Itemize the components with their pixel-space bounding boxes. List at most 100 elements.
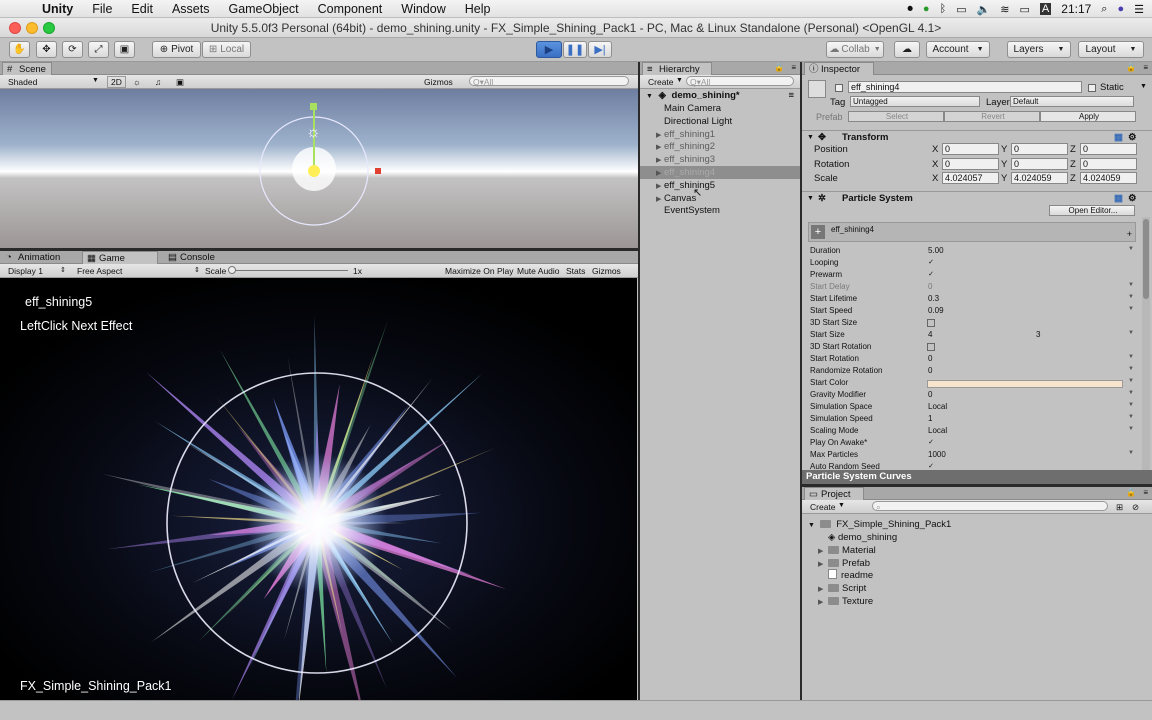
chevron-down-icon[interactable]: ▼ [1128, 330, 1134, 336]
open-editor-button[interactable]: Open Editor... [1049, 205, 1135, 216]
start-size-max[interactable]: 3 [1036, 330, 1040, 339]
chevron-down-icon[interactable]: ▼ [1128, 354, 1134, 360]
add-icon[interactable]: + [1127, 229, 1132, 239]
filter-label-icon[interactable]: ⊘ [1132, 502, 1139, 513]
particle-row-value[interactable]: 0.09 [928, 306, 944, 315]
chevron-down-icon[interactable]: ▼ [1128, 402, 1134, 408]
start-size-min[interactable]: 4 [928, 330, 932, 339]
menu-edit[interactable]: Edit [131, 2, 153, 16]
rect-tool-button[interactable]: ▣ [114, 41, 135, 58]
transform-position-y-field[interactable]: 0 [1011, 143, 1068, 155]
layout-dropdown[interactable]: Layout ▼ [1078, 41, 1144, 58]
lock-icon[interactable]: 🔒 [774, 63, 784, 72]
account-dropdown[interactable]: Account ▼ [926, 41, 990, 58]
center-handle[interactable] [308, 165, 320, 177]
shading-dropdown[interactable]: Shaded [8, 77, 37, 87]
particle-row-checkbox[interactable]: ✓ [927, 259, 935, 267]
wifi-icon[interactable]: ≋ [1000, 3, 1009, 16]
panel-menu-icon[interactable]: ≡ [1143, 63, 1148, 72]
menu-gameobject[interactable]: GameObject [228, 2, 298, 16]
menu-window[interactable]: Window [401, 2, 445, 16]
inspector-scrollbar[interactable] [1142, 217, 1150, 477]
chevron-down-icon[interactable]: ▼ [1140, 83, 1147, 90]
tab-game[interactable]: ▦ Game [82, 251, 158, 264]
menu-clock[interactable]: 21:17 [1061, 2, 1091, 16]
local-toggle[interactable]: ⊞ Local [202, 41, 251, 58]
scene-viewport[interactable]: ☼ [0, 89, 638, 248]
bluetooth-icon[interactable]: ᛒ [940, 3, 947, 15]
zoom-window-button[interactable] [43, 22, 55, 34]
static-checkbox[interactable] [1088, 84, 1096, 92]
pause-button[interactable]: ❚❚ [563, 41, 587, 58]
stats-toggle[interactable]: Stats [566, 266, 585, 276]
particle-system-header[interactable]: ▼ ✲ Particle System ▦ ⚙ [802, 191, 1152, 205]
notification-center-icon[interactable]: ☰ [1134, 3, 1144, 16]
scene-search-input[interactable]: Q▾All [469, 76, 629, 87]
particle-row-value[interactable]: 0 [928, 390, 932, 399]
hierarchy-item[interactable]: ▶ eff_shining3 [640, 153, 800, 166]
particle-row-checkbox[interactable]: ✓ [927, 439, 935, 447]
particle-row-checkbox[interactable] [927, 343, 935, 351]
help-icon[interactable]: ▦ [1114, 192, 1123, 206]
chevron-down-icon[interactable]: ▼ [1128, 378, 1134, 384]
particle-row-value[interactable]: 0 [928, 282, 932, 291]
chevron-right-icon[interactable]: ▶ [818, 596, 828, 609]
layers-dropdown[interactable]: Layers ▼ [1007, 41, 1071, 58]
hierarchy-search-input[interactable]: Q▾All [686, 76, 794, 87]
chevron-down-icon[interactable]: ▼ [1128, 282, 1134, 288]
scene-root-item[interactable]: ▼ ◈ demo_shining* ≡ [640, 89, 800, 102]
y-axis-handle-cap[interactable] [310, 103, 317, 110]
chevron-down-icon[interactable]: ▼ [1128, 426, 1134, 432]
hierarchy-create-dropdown[interactable]: Create [648, 77, 674, 87]
record-icon[interactable]: ⏺ [907, 3, 913, 16]
menu-component[interactable]: Component [318, 2, 383, 16]
object-name-field[interactable]: eff_shining4 [848, 81, 1082, 93]
airplay-icon[interactable]: ▭ [956, 3, 966, 16]
user-avatar[interactable]: ● [1117, 3, 1124, 15]
chevron-down-icon[interactable]: ▼ [1128, 306, 1134, 312]
layer-dropdown[interactable]: Default [1010, 96, 1134, 107]
tag-dropdown[interactable]: Untagged [850, 96, 980, 107]
chevron-down-icon[interactable]: ▼ [1128, 450, 1134, 456]
tab-console[interactable]: ▤ Console [164, 251, 236, 264]
chevron-down-icon[interactable]: ▼ [1128, 414, 1134, 420]
hierarchy-item[interactable]: Main Camera [640, 102, 800, 115]
gizmos-dropdown[interactable]: Gizmos [424, 77, 453, 87]
scale-tool-button[interactable]: ⤢ [88, 41, 109, 58]
chevron-down-icon[interactable]: ▼ [1128, 294, 1134, 300]
particle-row-value[interactable]: 0 [928, 354, 932, 363]
battery-icon[interactable]: ▭ [1020, 3, 1030, 16]
game-viewport[interactable]: eff_shining5 LeftClick Next Effect FX_Si… [0, 278, 637, 700]
project-create-dropdown[interactable]: Create [810, 502, 836, 512]
rotate-tool-button[interactable]: ⟳ [62, 41, 83, 58]
tab-project[interactable]: ▭ Project [804, 487, 864, 500]
game-gizmos-dropdown[interactable]: Gizmos [592, 266, 621, 276]
2d-toggle[interactable]: 2D [107, 76, 126, 88]
menu-assets[interactable]: Assets [172, 2, 210, 16]
tab-inspector[interactable]: ⓘ Inspector [804, 62, 874, 75]
hierarchy-item[interactable]: ▶ eff_shining1 [640, 128, 800, 141]
audio-toggle-icon[interactable]: ♫ [155, 77, 161, 87]
tab-animation[interactable]: ◔ Animation [2, 251, 74, 264]
minimize-window-button[interactable] [26, 22, 38, 34]
aspect-dropdown[interactable]: Free Aspect [77, 266, 122, 276]
play-button[interactable]: ▶ [536, 41, 562, 58]
active-checkbox[interactable] [835, 84, 843, 92]
project-root-folder[interactable]: ▼ FX_Simple_Shining_Pack1 [808, 518, 951, 531]
start-color-swatch[interactable] [927, 380, 1123, 388]
move-tool-button[interactable]: ✥ [36, 41, 57, 58]
display-dropdown[interactable]: Display 1 [8, 266, 43, 276]
hierarchy-item[interactable]: ▶ eff_shining2 [640, 140, 800, 153]
hierarchy-item[interactable]: EventSystem [640, 204, 800, 217]
lighting-toggle-icon[interactable]: ☼ [133, 77, 141, 87]
hierarchy-item[interactable]: ▶ Canvas [640, 192, 800, 205]
tab-hierarchy[interactable]: ≡ Hierarchy [642, 62, 712, 75]
transform-scale-z-field[interactable]: 4.024059 [1080, 172, 1137, 184]
gear-icon[interactable]: ⚙ [1128, 192, 1137, 206]
menu-file[interactable]: File [92, 2, 112, 16]
chevron-down-icon[interactable]: ▼ [1128, 246, 1134, 252]
panel-menu-icon[interactable]: ≡ [1143, 488, 1148, 497]
project-item[interactable]: ▶ Script [818, 582, 866, 595]
panel-menu-icon[interactable]: ≡ [791, 63, 796, 72]
scale-slider-thumb[interactable] [228, 266, 236, 274]
